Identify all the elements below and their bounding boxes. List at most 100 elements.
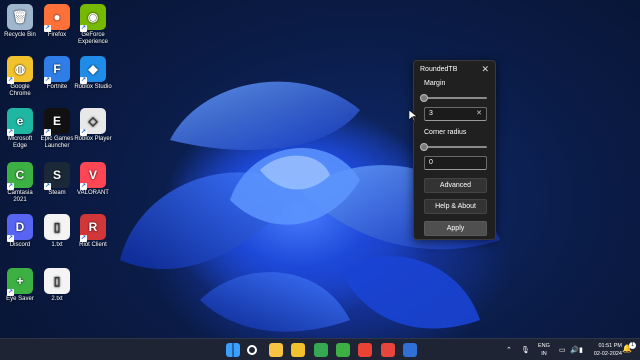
desktop-icon-label: Camtasia 2021 [7, 190, 33, 203]
geforce-icon: ◉ ↗ [80, 4, 106, 32]
corner-radius-label: Corner radius [424, 129, 467, 136]
desktop-icon-label: GeForce Experience [77, 32, 109, 45]
desktop-icon-label: Microsoft Edge [7, 136, 33, 149]
margin-slider-thumb[interactable] [420, 94, 428, 102]
clock-date: 02-02-2024 [593, 351, 622, 357]
desktop-icon-label: Steam [48, 190, 66, 196]
shortcut-arrow-icon: ↗ [44, 77, 51, 84]
taskbar-chrome-icon[interactable] [314, 343, 328, 357]
corner-radius-slider[interactable] [420, 143, 487, 151]
desktop-icon-label: Discord [9, 242, 31, 248]
shortcut-arrow-icon: ↗ [7, 235, 14, 242]
desktop-icon[interactable]: R ↗ Riot Client [73, 214, 113, 249]
desktop-icon[interactable]: S ↗ Steam [37, 162, 77, 197]
clear-icon[interactable]: ✕ [476, 108, 482, 120]
discord-icon: D ↗ [7, 214, 33, 242]
desktop-icon[interactable]: e ↗ Microsoft Edge [0, 108, 40, 150]
desktop-icon[interactable]: + ↗ Eye Saver [0, 268, 40, 303]
volume-icon[interactable]: 🔊 [570, 346, 579, 354]
desktop-icon-label: Recycle Bin [4, 32, 36, 38]
margin-label: Margin [424, 80, 446, 87]
corner-radius-input-value: 0 [429, 159, 433, 166]
text-file-icon: ▯ [44, 268, 70, 294]
desktop-icon[interactable]: ● ↗ Firefox [37, 4, 77, 39]
desktop-icon[interactable]: C ↗ Camtasia 2021 [0, 162, 40, 204]
corner-radius-input[interactable]: 0 [424, 156, 487, 170]
desktop-icon-label: Roblox Player [74, 136, 112, 142]
advanced-button[interactable]: Advanced [424, 178, 487, 193]
epic-games-icon: E ↗ [44, 108, 70, 136]
shortcut-arrow-icon: ↗ [44, 183, 51, 190]
taskbar-roundedtb-icon[interactable] [403, 343, 417, 357]
taskbar: ⌃ 🎙 ENG IN ▭ 🔊 ▮ 01:51 PM 02-02-2024 🔔 1 [0, 338, 640, 360]
chevron-up-icon[interactable]: ⌃ [506, 346, 512, 354]
desktop-icon[interactable]: ◉ ↗ GeForce Experience [73, 4, 113, 46]
shortcut-arrow-icon: ↗ [80, 77, 87, 84]
valorant-icon: V ↗ [80, 162, 106, 190]
shortcut-arrow-icon: ↗ [7, 183, 14, 190]
shortcut-arrow-icon: ↗ [80, 235, 87, 242]
desktop-icon-label: Google Chrome [9, 84, 31, 97]
shortcut-arrow-icon: ↗ [7, 289, 14, 296]
desktop-icon-label: 2.txt [51, 296, 63, 302]
desktop-icon[interactable]: ◇ ↗ Roblox Player [73, 108, 113, 143]
fortnite-icon: F ↗ [44, 56, 70, 84]
taskbar-file-explorer-icon[interactable] [269, 343, 283, 357]
language-indicator[interactable]: ENG IN [538, 342, 550, 358]
shortcut-arrow-icon: ↗ [80, 183, 87, 190]
roblox-studio-icon: ◆ ↗ [80, 56, 106, 84]
camtasia-icon: C ↗ [7, 162, 33, 190]
taskbar-search-icon[interactable] [247, 345, 257, 355]
corner-radius-slider-thumb[interactable] [420, 143, 428, 151]
desktop-icon[interactable]: D ↗ Discord [0, 214, 40, 249]
notification-badge: 1 [629, 342, 636, 349]
desktop-icon-label: Riot Client [79, 242, 107, 248]
firefox-icon: ● ↗ [44, 4, 70, 32]
shortcut-arrow-icon: ↗ [80, 129, 87, 136]
window-title: RoundedTB [420, 66, 458, 73]
desktop-icon-label: Fortnite [46, 84, 68, 90]
taskbar-camtasia-icon[interactable] [336, 343, 350, 357]
desktop-icon[interactable]: ▯ 2.txt [37, 268, 77, 303]
shortcut-arrow-icon: ↗ [44, 25, 51, 32]
text-file-icon: ▯ [44, 214, 70, 240]
apply-button[interactable]: Apply [424, 221, 487, 236]
desktop-icon[interactable]: F ↗ Fortnite [37, 56, 77, 91]
help-about-button[interactable]: Help & About [424, 199, 487, 214]
shortcut-arrow-icon: ↗ [44, 129, 51, 136]
eye-saver-icon: + ↗ [7, 268, 33, 296]
close-button[interactable]: ✕ [481, 64, 489, 75]
desktop-icon-label: VALORANT [77, 190, 109, 196]
desktop-icon-label: Epic Games Launcher [40, 136, 74, 149]
region-code: IN [541, 351, 547, 357]
riot-client-icon: R ↗ [80, 214, 106, 242]
desktop-icon[interactable]: 🗑 Recycle Bin [0, 4, 40, 39]
desktop-icon[interactable]: ◍ ↗ Google Chrome [0, 56, 40, 98]
clock-time: 01:51 PM [598, 343, 622, 349]
desktop-icon[interactable]: ▯ 1.txt [37, 214, 77, 249]
roblox-player-icon: ◇ ↗ [80, 108, 106, 136]
network-icon[interactable]: ▭ [559, 346, 566, 354]
battery-icon[interactable]: ▮ [579, 346, 583, 354]
recycle-bin-icon: 🗑 [7, 4, 33, 30]
taskbar-camtasia-recorder-icon[interactable] [381, 343, 395, 357]
shortcut-arrow-icon: ↗ [7, 77, 14, 84]
clock[interactable]: 01:51 PM 02-02-2024 [594, 342, 622, 358]
margin-input-value: 3 [429, 110, 433, 117]
edge-icon: e ↗ [7, 108, 33, 136]
desktop-icon-label: Firefox [47, 32, 67, 38]
taskbar-chrome-icon[interactable] [291, 343, 305, 357]
desktop-icon[interactable]: V ↗ VALORANT [73, 162, 113, 197]
desktop-icon-label: 1.txt [51, 242, 63, 248]
desktop: 🗑 Recycle Bin ● ↗ Firefox ◉ ↗ GeForce Experienc… [0, 0, 640, 338]
desktop-icon[interactable]: E ↗ Epic Games Launcher [37, 108, 77, 150]
taskbar-chrome-icon[interactable] [358, 343, 372, 357]
margin-slider[interactable] [420, 94, 487, 102]
shortcut-arrow-icon: ↗ [7, 129, 14, 136]
desktop-icon[interactable]: ◆ ↗ Roblox Studio [73, 56, 113, 91]
taskbar-start-icon[interactable] [226, 343, 240, 357]
chrome-icon: ◍ ↗ [7, 56, 33, 84]
roundedtb-window: RoundedTB ✕ Margin 3 ✕ Corner radius 0 A… [413, 60, 496, 240]
microphone-icon[interactable]: 🎙 [521, 346, 530, 354]
margin-input[interactable]: 3 ✕ [424, 107, 487, 121]
